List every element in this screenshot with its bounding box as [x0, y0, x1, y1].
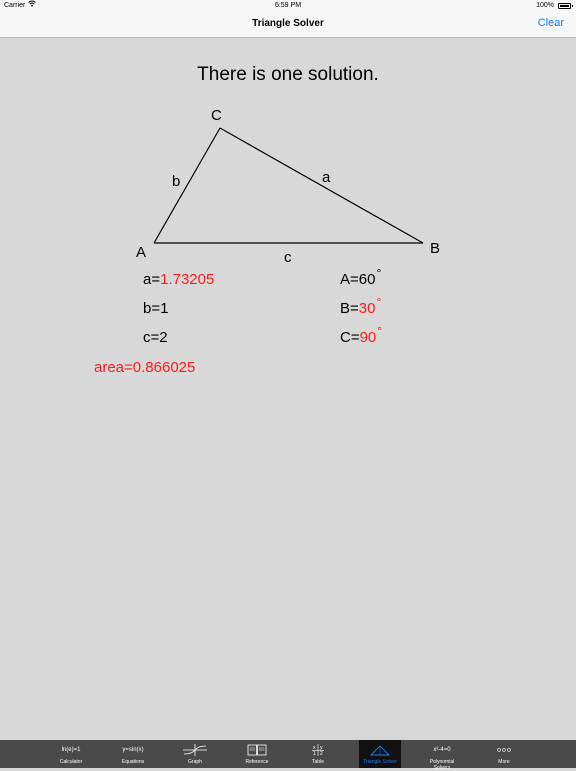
- angle-b-result: B=30°: [340, 295, 381, 317]
- tab-calculator-label: Calculator: [59, 759, 83, 765]
- tab-reference-label: Reference: [245, 759, 269, 765]
- side-c-result: c=2: [143, 329, 168, 346]
- angle-b-result-value: 30: [358, 300, 376, 317]
- angle-c-result-label: C=: [340, 329, 360, 346]
- graph-icon: [174, 744, 216, 756]
- tab-table[interactable]: xy12 Table: [297, 740, 339, 768]
- tab-triangle-solver[interactable]: Triangle Solver: [359, 740, 401, 768]
- equations-tab-icon: y=sin(x): [122, 747, 144, 753]
- side-c-result-label: c=: [143, 329, 160, 346]
- side-b-result: b=1: [143, 300, 168, 317]
- vertex-b-label: B: [430, 240, 441, 257]
- tab-graph[interactable]: Graph: [174, 740, 216, 768]
- degree-symbol: °: [376, 266, 382, 280]
- side-c-result-value: 2: [159, 329, 168, 346]
- angle-a-result: A=60°: [340, 266, 381, 288]
- side-a-result-value: 1.73205: [160, 271, 215, 288]
- side-b-result-label: b=: [143, 300, 161, 317]
- tab-bar: ln(e)=1 Calculator y=sin(x) Equations Gr…: [0, 740, 576, 771]
- vertex-a-label: A: [136, 244, 147, 261]
- tab-equations[interactable]: y=sin(x) Equations: [112, 740, 154, 768]
- area-result: area=0.866025: [94, 359, 196, 376]
- tab-table-label: Table: [312, 759, 324, 765]
- svg-text:2: 2: [320, 751, 323, 757]
- calculator-tab-icon: ln(e)=1: [61, 747, 81, 753]
- side-b-line: [153, 127, 221, 244]
- angle-c-result: C=90°: [340, 324, 382, 346]
- vertex-c-label: C: [211, 107, 222, 124]
- degree-symbol: °: [377, 324, 383, 338]
- tab-polynomial-solvers-label: Polynomial Solvers: [429, 759, 455, 771]
- more-icon: [483, 744, 525, 756]
- tab-equations-label: Equations: [121, 759, 145, 765]
- svg-text:1: 1: [313, 751, 316, 757]
- side-a-result-label: a=: [143, 271, 161, 288]
- angle-c-result-value: 90: [359, 329, 377, 346]
- tab-more[interactable]: More: [483, 740, 525, 768]
- book-icon: [236, 744, 278, 756]
- side-b-result-value: 1: [160, 300, 169, 317]
- tab-graph-label: Graph: [188, 759, 202, 765]
- degree-symbol: °: [376, 295, 382, 309]
- angle-a-result-label: A=: [340, 271, 359, 288]
- tab-calculator[interactable]: ln(e)=1 Calculator: [50, 740, 92, 768]
- table-icon: xy12: [297, 744, 339, 757]
- side-b-label: b: [172, 173, 181, 190]
- side-a-label: a: [322, 169, 331, 186]
- side-a-result: a=1.73205: [143, 271, 214, 288]
- side-c-label: c: [284, 249, 292, 266]
- angle-a-result-value: 60: [358, 271, 376, 288]
- tab-polynomial-solvers[interactable]: x²-4=0 Polynomial Solvers: [421, 740, 463, 771]
- tab-triangle-solver-label: Triangle Solver: [363, 759, 397, 765]
- tab-more-label: More: [498, 759, 510, 765]
- angle-b-result-label: B=: [340, 300, 359, 317]
- tab-reference[interactable]: Reference: [236, 740, 278, 768]
- triangle-icon: [359, 744, 401, 756]
- polynomial-tab-icon: x²-4=0: [433, 747, 451, 753]
